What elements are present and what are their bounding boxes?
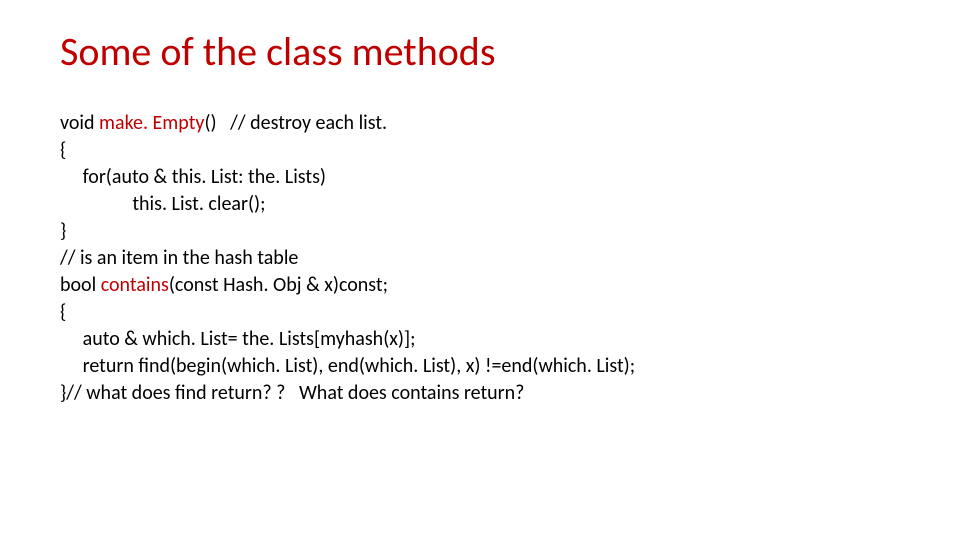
code-line-1b: () // destroy each list. (204, 111, 387, 135)
code-line-2: { (60, 138, 66, 162)
fn-make-empty: make. Empty (99, 111, 204, 135)
slide-title: Some of the class methods (60, 30, 900, 74)
code-line-7a: bool (60, 273, 101, 297)
code-line-5: } (60, 219, 66, 243)
code-line-11: }// what does find return? ? What does c… (60, 381, 524, 405)
code-block: void make. Empty() // destroy each list.… (60, 110, 900, 407)
code-line-8: { (60, 300, 66, 324)
code-line-6: // is an item in the hash table (60, 246, 298, 270)
code-line-4: this. List. clear(); (60, 192, 265, 216)
code-line-10: return find(begin(which. List), end(whic… (60, 354, 635, 378)
code-line-1a: void (60, 111, 99, 135)
code-line-7b: (const Hash. Obj & x)const; (169, 273, 388, 297)
slide: Some of the class methods void make. Emp… (0, 0, 960, 540)
fn-contains: contains (101, 273, 169, 297)
code-line-3: for(auto & this. List: the. Lists) (60, 165, 326, 189)
code-line-9: auto & which. List= the. Lists[myhash(x)… (60, 327, 415, 351)
